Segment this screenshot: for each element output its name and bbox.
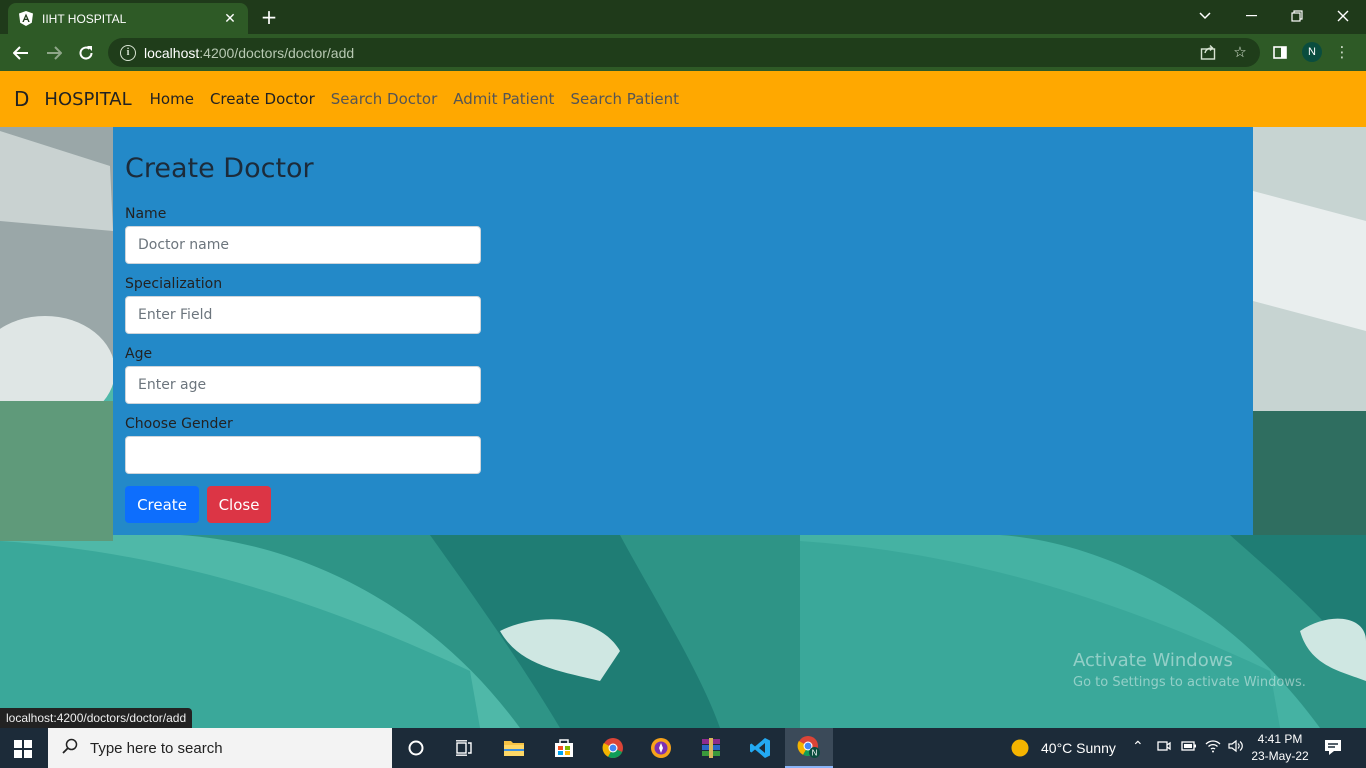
- restore-icon[interactable]: [1274, 0, 1320, 32]
- share-icon[interactable]: [1198, 42, 1218, 62]
- address-bar[interactable]: i localhost:4200/doctors/doctor/add: [108, 38, 1260, 67]
- browser-toolbar: i localhost:4200/doctors/doctor/add ☆ N …: [0, 34, 1366, 71]
- bookmark-star-icon[interactable]: ☆: [1230, 42, 1250, 62]
- chrome-active-window-icon[interactable]: N: [785, 728, 833, 768]
- age-label: Age: [125, 346, 153, 362]
- forward-icon[interactable]: [41, 40, 67, 66]
- cortana-icon[interactable]: [392, 728, 440, 768]
- new-tab-icon[interactable]: +: [258, 6, 280, 28]
- watermark-subtitle: Go to Settings to activate Windows.: [1073, 675, 1306, 690]
- nav-link-create-doctor[interactable]: Create Doctor: [210, 90, 315, 108]
- brave-browser-icon[interactable]: [637, 728, 685, 768]
- wifi-icon[interactable]: [1205, 739, 1221, 756]
- task-view-icon[interactable]: [440, 728, 488, 768]
- activate-windows-watermark: Activate Windows Go to Settings to activ…: [1073, 650, 1306, 690]
- close-button[interactable]: Close: [207, 486, 271, 523]
- brand-logo[interactable]: D: [14, 87, 29, 111]
- file-explorer-icon[interactable]: [490, 728, 538, 768]
- angular-icon: [18, 11, 34, 27]
- show-hidden-icons-icon[interactable]: ⌃: [1132, 738, 1144, 755]
- taskbar-profile-initial: N: [812, 749, 818, 758]
- specialization-input[interactable]: Enter Field: [125, 296, 481, 334]
- chrome-icon[interactable]: [589, 728, 637, 768]
- nav-link-search-patient[interactable]: Search Patient: [570, 90, 679, 108]
- menu-kebab-icon[interactable]: ⋮: [1332, 42, 1352, 62]
- search-icon: [62, 738, 78, 758]
- close-window-icon[interactable]: [1320, 0, 1366, 32]
- minimize-icon[interactable]: [1228, 0, 1274, 32]
- specialization-label: Specialization: [125, 276, 223, 292]
- top-navbar: D HOSPITAL Home Create Doctor Search Doc…: [0, 71, 1366, 127]
- windows-taskbar: Type here to search N 40°C Sunny ⌃ 4:41 …: [0, 728, 1366, 768]
- battery-icon[interactable]: [1181, 739, 1197, 755]
- meet-now-icon[interactable]: [1157, 739, 1171, 756]
- create-button[interactable]: Create: [125, 486, 199, 523]
- web-page: D HOSPITAL Home Create Doctor Search Doc…: [0, 71, 1366, 728]
- weather-text[interactable]: 40°C Sunny: [1041, 740, 1116, 756]
- nav-link-home[interactable]: Home: [150, 90, 194, 108]
- profile-avatar[interactable]: N: [1302, 42, 1322, 62]
- back-icon[interactable]: [8, 40, 34, 66]
- weather-sunny-icon[interactable]: [996, 728, 1044, 768]
- url-text: localhost:4200/doctors/doctor/add: [144, 44, 355, 61]
- taskbar-search-box[interactable]: Type here to search: [48, 728, 392, 768]
- browser-tab-strip: IIHT HOSPITAL ✕ +: [0, 0, 1366, 34]
- brand-name[interactable]: HOSPITAL: [44, 89, 131, 110]
- nav-link-search-doctor[interactable]: Search Doctor: [331, 90, 438, 108]
- nav-link-admit-patient[interactable]: Admit Patient: [453, 90, 554, 108]
- gender-select[interactable]: [125, 436, 481, 474]
- taskbar-clock[interactable]: 4:41 PM 23-May-22: [1250, 731, 1310, 765]
- clock-date: 23-May-22: [1251, 749, 1309, 763]
- winrar-icon[interactable]: [687, 728, 735, 768]
- search-placeholder: Type here to search: [90, 739, 223, 757]
- age-input[interactable]: Enter age: [125, 366, 481, 404]
- site-info-icon[interactable]: i: [120, 44, 136, 61]
- create-doctor-panel: Create Doctor Name Doctor name Specializ…: [113, 127, 1253, 535]
- windows-start-icon[interactable]: [14, 740, 32, 758]
- doctor-name-input[interactable]: Doctor name: [125, 226, 481, 264]
- tab-title: IIHT HOSPITAL: [42, 11, 127, 26]
- browser-tab[interactable]: IIHT HOSPITAL ✕: [8, 3, 248, 34]
- tab-search-icon[interactable]: [1182, 0, 1228, 32]
- reload-icon[interactable]: [73, 40, 99, 66]
- notifications-icon[interactable]: [1324, 738, 1342, 759]
- gender-label: Choose Gender: [125, 416, 233, 432]
- side-panel-icon[interactable]: [1270, 42, 1290, 62]
- watermark-title: Activate Windows: [1073, 650, 1233, 671]
- vscode-icon[interactable]: [736, 728, 784, 768]
- close-tab-icon[interactable]: ✕: [222, 11, 238, 27]
- page-title: Create Doctor: [125, 153, 314, 184]
- link-status-bubble: localhost:4200/doctors/doctor/add: [0, 708, 193, 728]
- volume-icon[interactable]: [1228, 739, 1244, 756]
- clock-time: 4:41 PM: [1257, 732, 1303, 746]
- microsoft-store-icon[interactable]: [540, 728, 588, 768]
- name-label: Name: [125, 206, 167, 222]
